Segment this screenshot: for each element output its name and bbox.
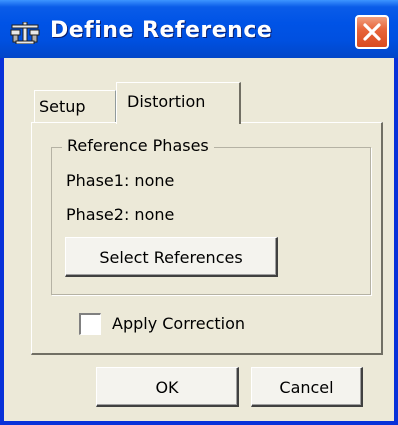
- window-title: Define Reference: [50, 18, 273, 43]
- title-bar[interactable]: Define Reference: [0, 0, 398, 58]
- tab-distortion[interactable]: Distortion: [116, 82, 241, 124]
- tab-setup-label: Setup: [39, 97, 86, 116]
- cancel-button[interactable]: Cancel: [251, 367, 363, 407]
- tab-setup[interactable]: Setup: [34, 90, 116, 122]
- reference-phases-label: Reference Phases: [62, 136, 214, 155]
- ok-label: OK: [155, 378, 179, 397]
- phase1-text: Phase1: none: [66, 171, 175, 190]
- close-button[interactable]: [355, 15, 389, 49]
- select-references-label: Select References: [99, 248, 243, 267]
- apply-correction-label: Apply Correction: [112, 314, 246, 333]
- scale-balance-icon: [10, 21, 40, 45]
- dialog-window: Define Reference Setup Distortion Refere…: [0, 0, 398, 425]
- select-references-button[interactable]: Select References: [65, 237, 278, 277]
- cancel-label: Cancel: [279, 378, 334, 397]
- phase2-text: Phase2: none: [66, 205, 175, 224]
- apply-correction-checkbox[interactable]: [79, 313, 101, 335]
- tab-distortion-label: Distortion: [127, 92, 206, 111]
- ok-button[interactable]: OK: [96, 367, 239, 407]
